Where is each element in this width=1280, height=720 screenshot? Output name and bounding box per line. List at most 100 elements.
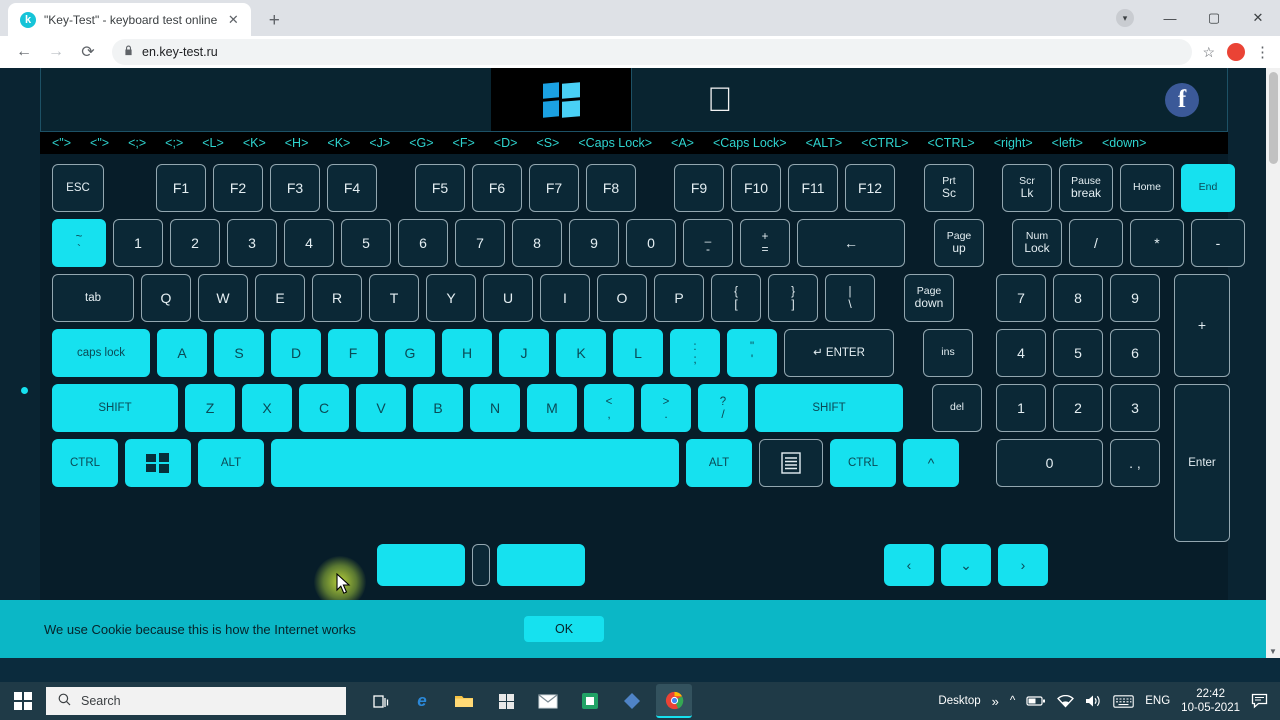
wifi-icon[interactable] (1057, 694, 1075, 708)
reload-icon[interactable]: ⟳ (74, 38, 102, 66)
cookie-ok-button[interactable]: OK (524, 616, 604, 642)
task-view-icon[interactable] (362, 684, 398, 718)
key-blank[interactable]: + = (740, 219, 790, 267)
space-half-right[interactable] (497, 544, 585, 586)
scroll-down-arrow[interactable]: ▼ (1267, 644, 1279, 658)
taskbar-search-box[interactable]: Search (46, 687, 346, 715)
key-blank[interactable]: ^ (903, 439, 959, 487)
space-divider-key[interactable] (472, 544, 490, 586)
key-3[interactable]: 3 (1110, 384, 1160, 432)
key-f10[interactable]: F10 (731, 164, 781, 212)
tray-overflow-icon[interactable]: » (992, 694, 999, 709)
key-blank[interactable]: | \ (825, 274, 875, 322)
key-f6[interactable]: F6 (472, 164, 522, 212)
key-n[interactable]: N (470, 384, 520, 432)
key-m[interactable]: M (527, 384, 577, 432)
key-ctrl[interactable]: CTRL (830, 439, 896, 487)
update-indicator-icon[interactable]: ▾ (1116, 9, 1134, 27)
key-6[interactable]: 6 (1110, 329, 1160, 377)
key-f[interactable]: F (328, 329, 378, 377)
battery-icon[interactable] (1026, 695, 1046, 707)
key-i[interactable]: I (540, 274, 590, 322)
key-8[interactable]: 8 (1053, 274, 1103, 322)
key-o[interactable]: O (597, 274, 647, 322)
key-3[interactable]: 3 (227, 219, 277, 267)
key-blank[interactable]: / (1069, 219, 1123, 267)
key-blank[interactable]: ~ ` (52, 219, 106, 267)
key-x[interactable]: X (242, 384, 292, 432)
key-enter[interactable]: ↵ ENTER (784, 329, 894, 377)
chrome-icon[interactable] (656, 684, 692, 718)
key-g[interactable]: G (385, 329, 435, 377)
key-2[interactable]: 2 (1053, 384, 1103, 432)
key-f11[interactable]: F11 (788, 164, 838, 212)
minimize-button[interactable]: — (1148, 2, 1192, 34)
key-blank[interactable] (271, 439, 679, 487)
key-blank[interactable]: >. (641, 384, 691, 432)
browser-menu-icon[interactable]: ⋮ (1255, 43, 1270, 61)
start-button[interactable] (0, 682, 46, 720)
key-u[interactable]: U (483, 274, 533, 322)
key-e[interactable]: E (255, 274, 305, 322)
maximize-button[interactable]: ▢ (1192, 2, 1236, 34)
key-tab[interactable]: tab (52, 274, 134, 322)
key-home[interactable]: Home (1120, 164, 1174, 212)
key-page-up[interactable]: Page up (934, 219, 984, 267)
key-f9[interactable]: F9 (674, 164, 724, 212)
app-green-icon[interactable] (572, 684, 608, 718)
forward-icon[interactable]: → (42, 38, 70, 66)
key-0[interactable]: 0 (626, 219, 676, 267)
key-esc[interactable]: ESC (52, 164, 104, 212)
key-9[interactable]: 9 (569, 219, 619, 267)
key-0[interactable]: 0 (996, 439, 1103, 487)
key-f3[interactable]: F3 (270, 164, 320, 212)
key-2[interactable]: 2 (170, 219, 220, 267)
os-tab-windows[interactable] (491, 68, 631, 131)
key-f8[interactable]: F8 (586, 164, 636, 212)
close-window-button[interactable]: ✕ (1236, 2, 1280, 34)
key-page-down[interactable]: Page down (904, 274, 954, 322)
key-f7[interactable]: F7 (529, 164, 579, 212)
language-indicator[interactable]: ENG (1145, 695, 1170, 707)
key-p[interactable]: P (654, 274, 704, 322)
key-f12[interactable]: F12 (845, 164, 895, 212)
key-del[interactable]: del (932, 384, 982, 432)
key-ins[interactable]: ins (923, 329, 973, 377)
key-6[interactable]: 6 (398, 219, 448, 267)
key-blank[interactable]: ← (797, 219, 905, 267)
key-1[interactable]: 1 (113, 219, 163, 267)
tray-chevron-icon[interactable]: ^ (1010, 695, 1015, 707)
key-pause-break[interactable]: Pause break (1059, 164, 1113, 212)
key-y[interactable]: Y (426, 274, 476, 322)
key-blank[interactable]: _ - (683, 219, 733, 267)
key-end[interactable]: End (1181, 164, 1235, 212)
keyboard-icon[interactable] (1113, 694, 1134, 708)
key-5[interactable]: 5 (1053, 329, 1103, 377)
arrow-right-key[interactable]: › (998, 544, 1048, 586)
page-scrollbar[interactable]: ▲ ▼ (1266, 68, 1280, 658)
key-shift[interactable]: SHIFT (52, 384, 178, 432)
key-z[interactable]: Z (185, 384, 235, 432)
key-b[interactable]: B (413, 384, 463, 432)
key-4[interactable]: 4 (284, 219, 334, 267)
space-half-left[interactable] (377, 544, 465, 586)
edge-icon[interactable]: e (404, 684, 440, 718)
key-f2[interactable]: F2 (213, 164, 263, 212)
key-alt[interactable]: ALT (686, 439, 752, 487)
key-win-icon[interactable] (125, 439, 191, 487)
scrollbar-thumb[interactable] (1269, 72, 1278, 164)
key-v[interactable]: V (356, 384, 406, 432)
key-blank[interactable]: }] (768, 274, 818, 322)
key-menu-icon[interactable] (759, 439, 823, 487)
key-l[interactable]: L (613, 329, 663, 377)
key-caps-lock[interactable]: caps lock (52, 329, 150, 377)
key-9[interactable]: 9 (1110, 274, 1160, 322)
notification-icon[interactable] (1251, 693, 1270, 709)
key-w[interactable]: W (198, 274, 248, 322)
key-blank[interactable]: " ' (727, 329, 777, 377)
back-icon[interactable]: ← (10, 38, 38, 66)
app-blue-icon[interactable] (614, 684, 650, 718)
key-s[interactable]: S (214, 329, 264, 377)
key-blank[interactable]: :; (670, 329, 720, 377)
key-f5[interactable]: F5 (415, 164, 465, 212)
